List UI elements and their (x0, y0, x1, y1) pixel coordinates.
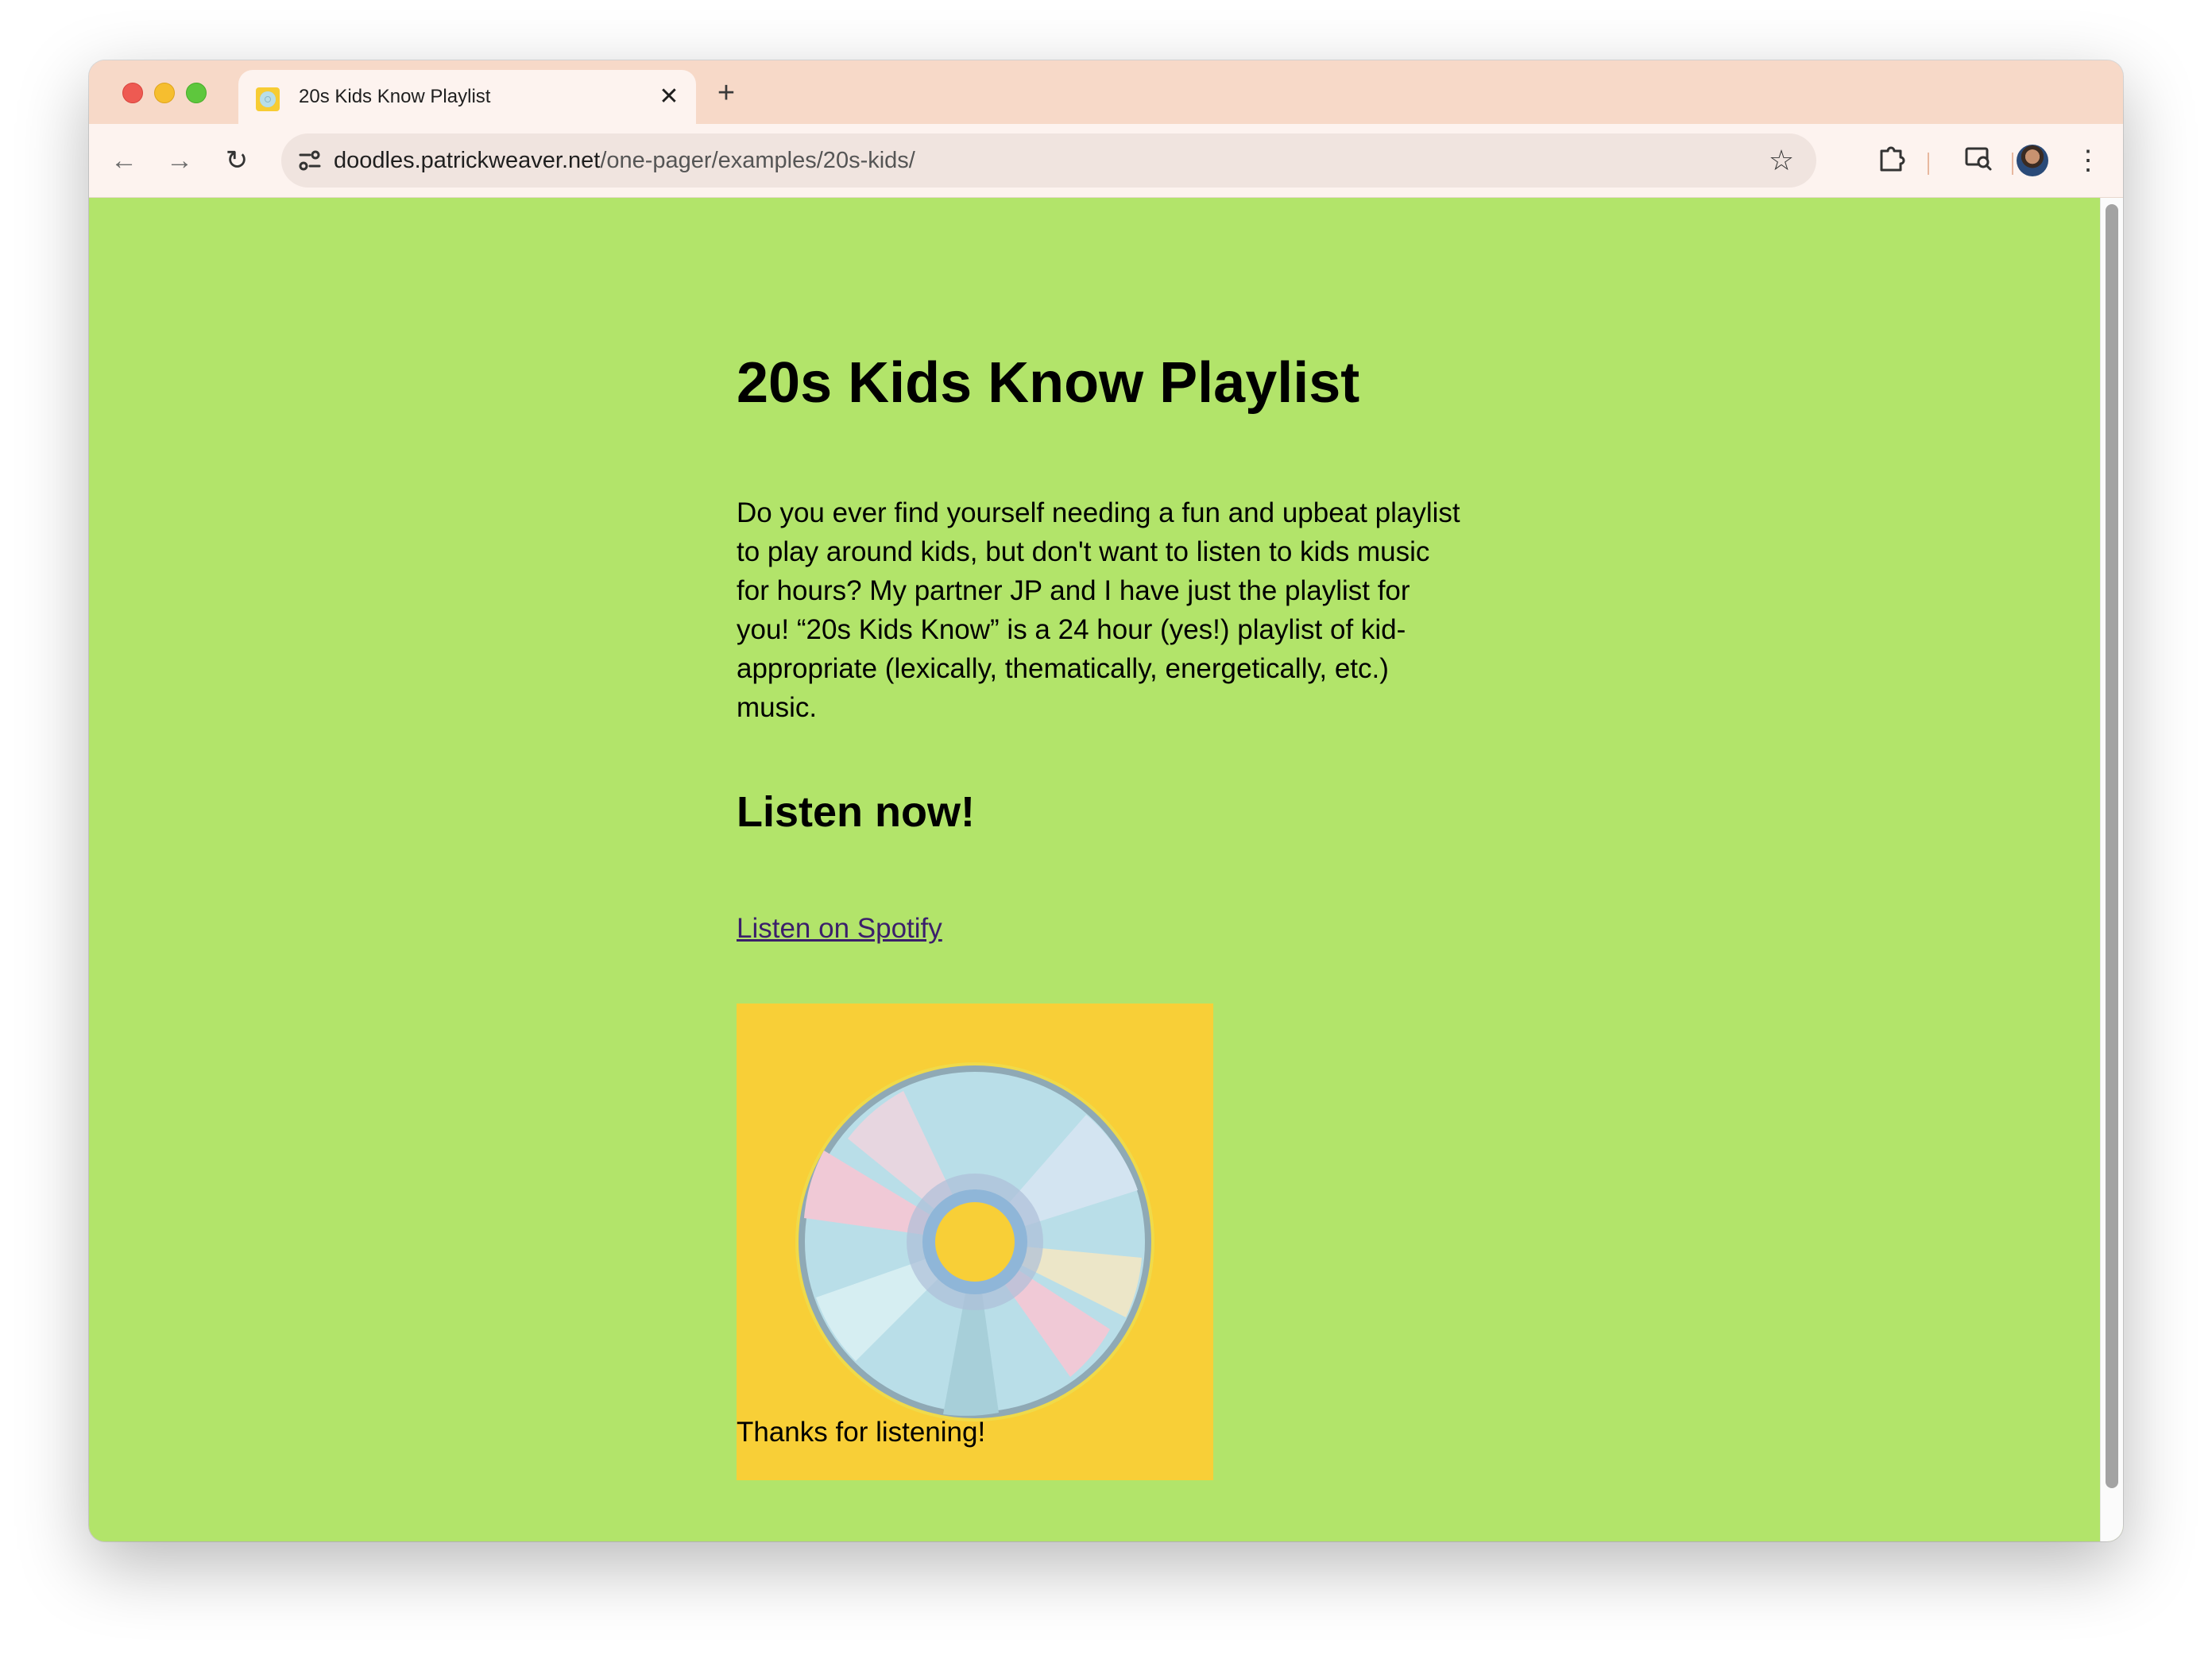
new-tab-button[interactable]: + (710, 78, 742, 110)
cd-favicon-icon (256, 87, 280, 111)
scrollbar[interactable] (2100, 198, 2123, 1541)
tab-strip: 20s Kids Know Playlist ✕ + (89, 60, 2123, 124)
tab-20s-kids-know[interactable]: 20s Kids Know Playlist ✕ (238, 70, 696, 124)
close-tab-icon[interactable]: ✕ (653, 81, 685, 113)
reload-icon[interactable]: ↻ (218, 141, 256, 180)
minimize-window-button[interactable] (154, 83, 175, 103)
zoom-window-button[interactable] (186, 83, 207, 103)
tab-title: 20s Kids Know Playlist (299, 86, 491, 107)
intro-paragraph: Do you ever find yourself needing a fun … (737, 497, 1460, 723)
browser-toolbar: ← → ↻ doodles.patrickweaver.net/one-page… (89, 124, 2123, 198)
bookmark-star-icon[interactable]: ☆ (1764, 143, 1799, 178)
address-bar[interactable]: doodles.patrickweaver.net/one-pager/exam… (281, 133, 1816, 188)
spotify-link[interactable]: Listen on Spotify (737, 913, 942, 945)
page-title: 20s Kids Know Playlist (737, 351, 1360, 415)
close-window-button[interactable] (122, 83, 143, 103)
page-viewport: 20s Kids Know Playlist Do you ever find … (89, 198, 2123, 1541)
profile-avatar[interactable] (2017, 145, 2048, 176)
site-settings-icon[interactable] (294, 145, 326, 176)
listen-heading: Listen now! (737, 788, 975, 836)
cd-disc-icon (795, 1062, 1154, 1421)
toolbar-divider (2012, 153, 2013, 175)
search-tabs-icon[interactable] (1959, 141, 1997, 180)
playlist-cover-image (737, 1004, 1213, 1480)
url-text[interactable]: doodles.patrickweaver.net/one-pager/exam… (334, 148, 915, 174)
thanks-text: Thanks for listening! (737, 1417, 986, 1448)
extensions-puzzle-icon[interactable] (1872, 141, 1910, 180)
menu-dots-icon[interactable]: ⋮ (2072, 141, 2104, 180)
url-host: doodles.patrickweaver.net (334, 148, 601, 173)
back-arrow-icon[interactable]: ← (105, 141, 143, 180)
browser-window: 20s Kids Know Playlist ✕ + ← → ↻ doodles… (89, 60, 2123, 1541)
url-path: /one-pager/examples/20s-kids/ (600, 148, 915, 173)
scrollbar-thumb[interactable] (2106, 204, 2118, 1488)
toolbar-divider (1928, 153, 1929, 175)
forward-arrow-icon[interactable]: → (160, 141, 199, 180)
